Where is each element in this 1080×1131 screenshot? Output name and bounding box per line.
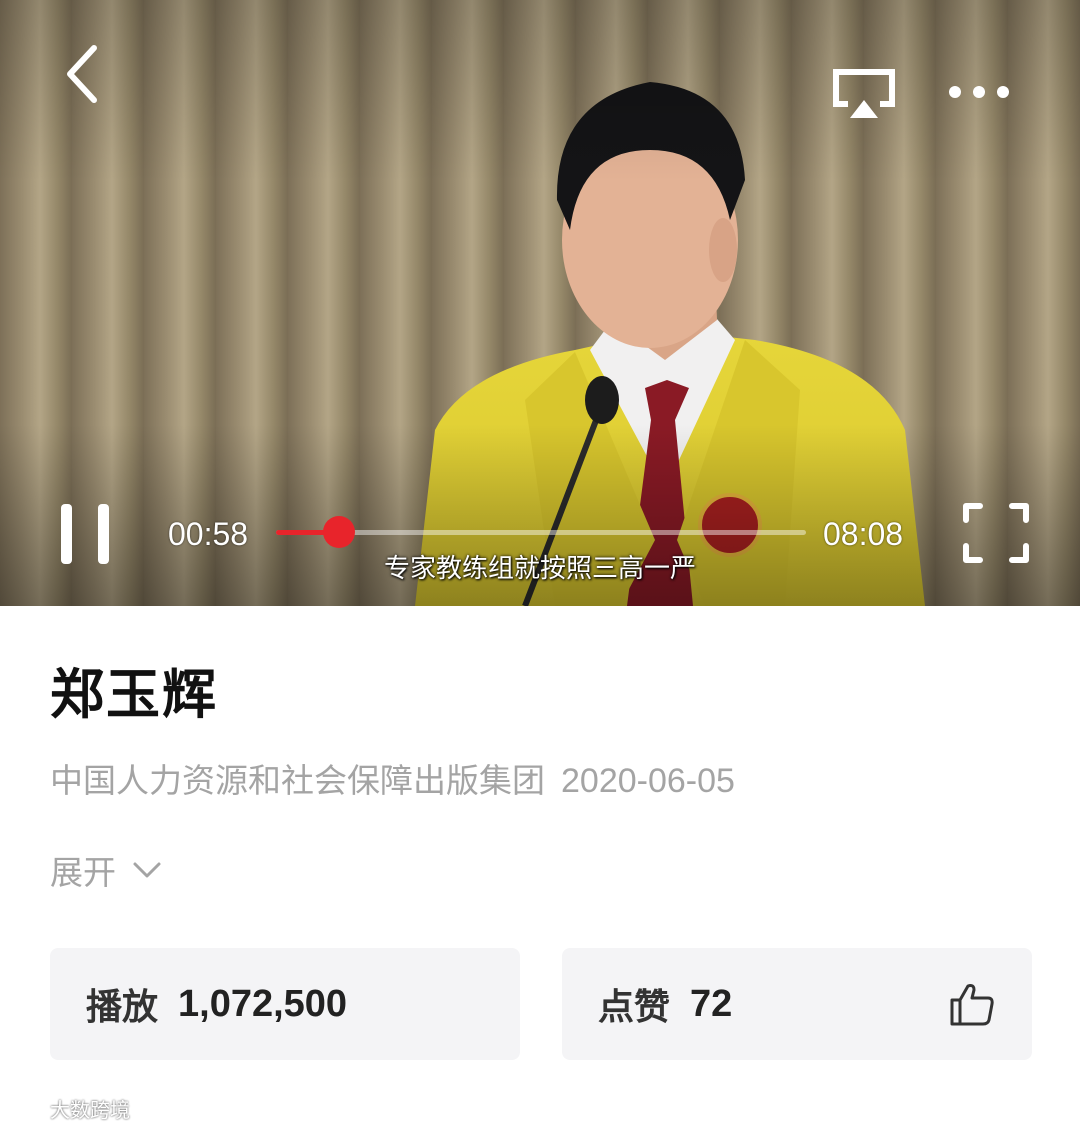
- play-count-card: 播放 1,072,500: [50, 948, 520, 1060]
- play-count: 1,072,500: [178, 982, 348, 1025]
- fullscreen-button[interactable]: [962, 502, 1030, 564]
- like-label: 点赞: [598, 986, 671, 1028]
- video-meta: 中国人力资源和社会保障出版集团 2020-06-05: [50, 754, 735, 802]
- back-icon: [67, 45, 97, 103]
- cast-button[interactable]: [830, 66, 898, 124]
- progress-thumb[interactable]: [323, 516, 356, 548]
- progress-bar[interactable]: [276, 516, 806, 548]
- cast-icon: [833, 69, 895, 118]
- pause-icon: [61, 504, 109, 564]
- like-count: 72: [690, 982, 733, 1025]
- publisher-name[interactable]: 中国人力资源和社会保障出版集团: [50, 761, 545, 800]
- pause-button[interactable]: [58, 500, 114, 570]
- video-player[interactable]: 专家教练组就按照三高一严 00:58 08:08: [0, 0, 1080, 606]
- watermark-logo-icon: [8, 1097, 49, 1119]
- expand-button[interactable]: 展开: [50, 846, 162, 894]
- video-shade: [0, 0, 1080, 606]
- more-button[interactable]: [944, 74, 1014, 110]
- fullscreen-icon: [963, 503, 1029, 563]
- publish-date: 2020-06-05: [561, 762, 735, 800]
- video-subtitle: 专家教练组就按照三高一严: [383, 554, 696, 584]
- like-card[interactable]: 点赞 72: [562, 948, 1032, 1060]
- more-icon: [949, 86, 1009, 98]
- expand-label: 展开: [50, 853, 116, 892]
- total-time: 08:08: [823, 516, 904, 552]
- watermark: 大数跨境: [8, 1094, 130, 1123]
- video-title: 郑玉辉: [50, 662, 218, 726]
- current-time: 00:58: [168, 516, 249, 552]
- play-label: 播放: [86, 986, 159, 1028]
- watermark-text: 大数跨境: [50, 1098, 130, 1122]
- back-button[interactable]: [58, 40, 108, 110]
- chevron-down-icon: [133, 862, 161, 878]
- thumbs-up-icon[interactable]: [948, 980, 996, 1028]
